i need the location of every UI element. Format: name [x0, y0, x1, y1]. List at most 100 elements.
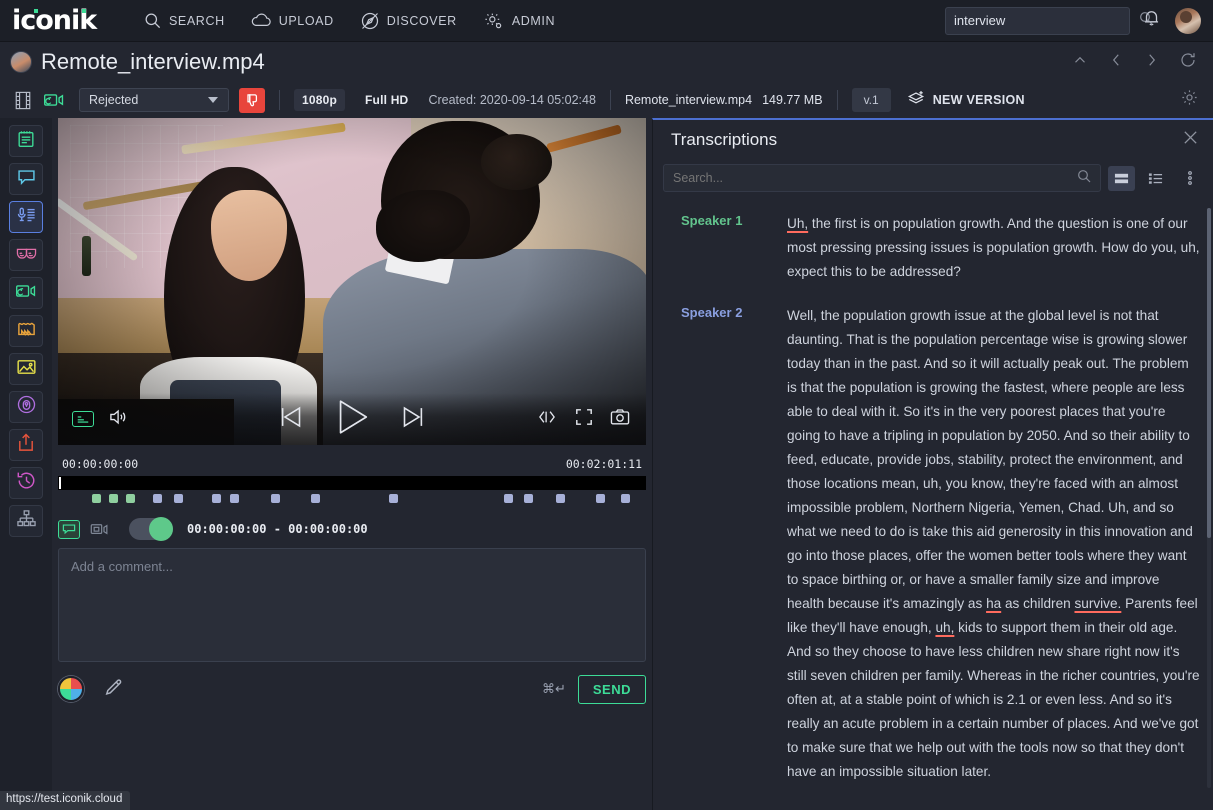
fullscreen-icon[interactable]: [575, 408, 593, 431]
timeline-scrubber[interactable]: [58, 476, 646, 490]
sidebar-item-metadata[interactable]: [9, 125, 43, 157]
gear-icon: [483, 11, 505, 31]
step-forward-icon[interactable]: [396, 402, 428, 437]
sidebar-item-images[interactable]: [9, 353, 43, 385]
video-controls: [58, 393, 646, 445]
scrollbar-thumb[interactable]: [1207, 208, 1211, 538]
transcriptions-search-row: [653, 160, 1213, 196]
timeline-marker[interactable]: [596, 494, 605, 503]
search-input[interactable]: [946, 13, 1138, 28]
pencil-icon[interactable]: [104, 677, 124, 702]
gear-icon[interactable]: [1180, 88, 1199, 112]
in-out-point-icon[interactable]: [536, 409, 558, 430]
color-wheel-icon[interactable]: [58, 676, 84, 702]
refresh-icon[interactable]: [1179, 51, 1197, 74]
card-view-icon[interactable]: [1108, 166, 1135, 191]
nav-item-upload-label: UPLOAD: [279, 14, 334, 28]
app-logo[interactable]: iconik: [12, 7, 117, 34]
sidebar-item-relations[interactable]: [9, 505, 43, 537]
sidebar-item-faces[interactable]: [9, 239, 43, 271]
playhead[interactable]: [59, 477, 61, 489]
video-player[interactable]: [58, 118, 646, 445]
timeline-marker[interactable]: [621, 494, 630, 503]
video-controls-right: [536, 408, 630, 431]
meta-divider-2: [610, 90, 611, 110]
sidebar-item-media[interactable]: [9, 277, 43, 309]
send-button[interactable]: SEND: [578, 675, 646, 704]
comment-bubble-icon[interactable]: [58, 520, 80, 539]
step-back-icon[interactable]: [276, 402, 308, 437]
sidebar-item-analyze[interactable]: [9, 315, 43, 347]
approval-status-select[interactable]: Rejected: [79, 88, 229, 112]
nav-item-admin[interactable]: ADMIN: [483, 11, 555, 31]
timeline-marker[interactable]: [311, 494, 320, 503]
transcription-search-box[interactable]: [663, 164, 1101, 192]
transcription-text[interactable]: Uh, the first is on population growth. A…: [773, 212, 1200, 284]
transcription-flagged-word[interactable]: Uh,: [787, 216, 808, 231]
search-icon[interactable]: [1076, 168, 1092, 189]
list-view-icon[interactable]: [1142, 166, 1169, 191]
closed-caption-icon[interactable]: [72, 411, 94, 427]
version-badge[interactable]: v.1: [852, 88, 891, 112]
transcription-segment[interactable]: Speaker 2Well, the population growth iss…: [653, 300, 1213, 800]
timeline-marker[interactable]: [109, 494, 118, 503]
video-frame-icon[interactable]: [90, 522, 109, 537]
sidebar-item-permissions[interactable]: [9, 391, 43, 423]
close-icon[interactable]: [1182, 129, 1199, 151]
timeline-marker[interactable]: [524, 494, 533, 503]
video-proxy-icon[interactable]: [43, 91, 65, 109]
transcription-text-run: as children: [1001, 596, 1074, 611]
timeline-marker[interactable]: [174, 494, 183, 503]
new-version-label: NEW VERSION: [933, 93, 1025, 107]
transcription-flagged-word[interactable]: survive.: [1074, 596, 1121, 611]
history-clock-icon: [16, 470, 37, 496]
transcription-segment[interactable]: Speaker 1Uh, the first is on population …: [653, 208, 1213, 300]
camera-icon[interactable]: [610, 408, 630, 431]
transcription-search-input[interactable]: [664, 171, 1076, 185]
new-version-button[interactable]: NEW VERSION: [907, 90, 1025, 110]
timeline-marker[interactable]: [212, 494, 221, 503]
search-icon[interactable]: [1138, 10, 1154, 31]
thumbs-down-icon[interactable]: [239, 88, 265, 113]
timeline-marker[interactable]: [271, 494, 280, 503]
logo-dot-left: [34, 9, 38, 13]
timeline-marker[interactable]: [92, 494, 101, 503]
chevron-left-icon[interactable]: [1107, 51, 1125, 74]
comment-range-toggle[interactable]: [129, 518, 173, 540]
transcription-text[interactable]: Well, the population growth issue at the…: [773, 304, 1200, 784]
timeline-marker[interactable]: [153, 494, 162, 503]
transcriptions-title: Transcriptions: [671, 130, 777, 150]
nav-item-upload[interactable]: UPLOAD: [251, 11, 334, 30]
transcription-speaker-label: Speaker 1: [681, 212, 773, 284]
user-avatar[interactable]: [1175, 8, 1201, 34]
sidebar-item-comments[interactable]: [9, 163, 43, 195]
chevron-up-icon[interactable]: [1071, 51, 1089, 74]
sidebar-item-share[interactable]: [9, 429, 43, 461]
timeline-marker[interactable]: [230, 494, 239, 503]
play-icon[interactable]: [330, 397, 374, 442]
kebab-menu-icon[interactable]: [1176, 166, 1203, 191]
transcription-list[interactable]: Speaker 1Uh, the first is on population …: [653, 200, 1213, 810]
timeline-marker[interactable]: [389, 494, 398, 503]
timeline-marker[interactable]: [556, 494, 565, 503]
sidebar-item-transcriptions[interactable]: [9, 201, 43, 233]
transcription-text-run: kids to support them in their old age. A…: [787, 620, 1200, 779]
comment-input[interactable]: Add a comment...: [58, 548, 646, 662]
filmstrip-icon[interactable]: [14, 91, 32, 110]
timeline-marker[interactable]: [126, 494, 135, 503]
global-search-box[interactable]: [945, 7, 1130, 35]
nav-item-search[interactable]: SEARCH: [143, 11, 225, 30]
resolution-badge: 1080p: [294, 89, 345, 111]
chevron-right-icon[interactable]: [1143, 51, 1161, 74]
asset-title-row: Remote_interview.mp4: [0, 42, 1213, 82]
nav-item-discover[interactable]: DISCOVER: [360, 11, 457, 31]
send-shortcut-hint: ⌘↵: [542, 682, 566, 697]
sidebar-item-history[interactable]: [9, 467, 43, 499]
volume-icon[interactable]: [108, 408, 130, 431]
page-title: Remote_interview.mp4: [41, 49, 265, 75]
transcription-flagged-word[interactable]: uh,: [935, 620, 954, 635]
timeline-marker[interactable]: [504, 494, 513, 503]
asset-nav-icons: [1071, 51, 1197, 74]
transcription-flagged-word[interactable]: ha: [986, 596, 1001, 611]
transcription-scrollbar[interactable]: [1207, 208, 1211, 788]
